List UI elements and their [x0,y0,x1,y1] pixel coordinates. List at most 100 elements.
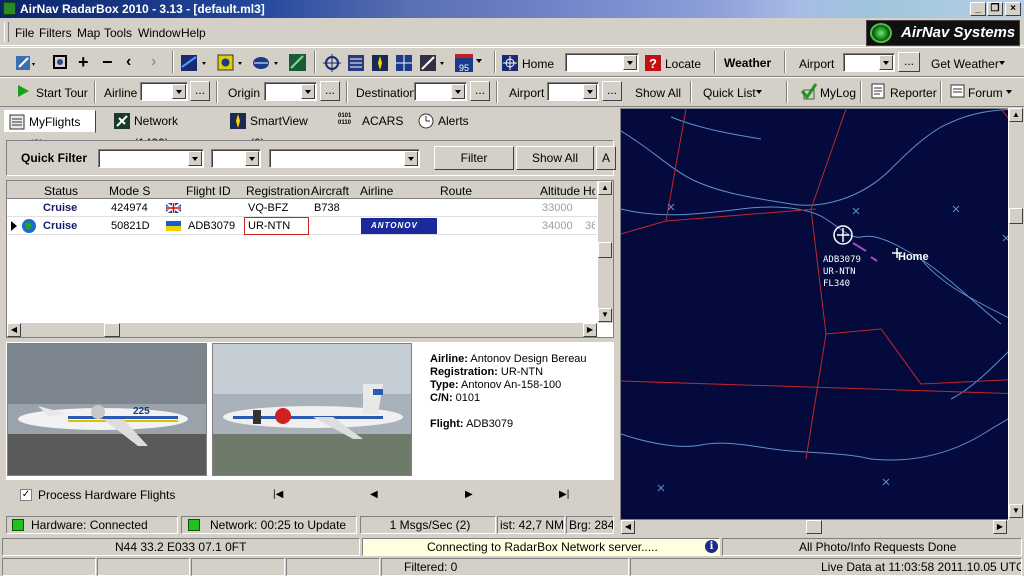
col-airline[interactable]: Airline [360,184,393,198]
aircraft-layer-icon[interactable] [252,53,282,73]
reporter-button[interactable]: Reporter [890,85,937,101]
airline-browse-button[interactable]: ... [190,81,210,101]
scroll-right-arrow[interactable]: ▶ [583,323,597,337]
col-registration[interactable]: Registration [246,184,310,198]
map-scroll-down-arrow[interactable]: ▼ [1009,504,1023,518]
destination-combo[interactable] [414,82,467,101]
menu-window[interactable]: Window [138,26,181,40]
map-vscroll-thumb[interactable] [1009,208,1023,224]
col-altitude[interactable]: Altitude [540,184,580,198]
map-scroll-up-arrow[interactable]: ▲ [1009,108,1023,122]
dropdown-arrow-icon[interactable] [999,60,1007,66]
map-hscroll-thumb[interactable] [806,520,822,534]
tab-network[interactable]: Network (1420) [110,110,216,150]
menu-filters[interactable]: Filters [39,26,72,40]
aircraft-map-label[interactable]: ADB3079 UR-NTN FL340 [823,254,861,290]
scroll-left-arrow[interactable]: ◀ [7,323,21,337]
grid-icon[interactable] [394,53,414,73]
dropdown-arrow-icon[interactable] [476,58,484,64]
info-icon[interactable]: i [705,540,718,553]
nav-prev-button[interactable]: ◀ [370,489,378,500]
airport-filter-combo[interactable] [547,82,599,101]
zoom-fit-icon[interactable] [51,53,69,71]
mylog-check-icon[interactable] [800,82,818,100]
quick-filter-field-combo[interactable] [98,149,204,168]
menu-tools[interactable]: Tools [104,26,132,40]
mylog-button[interactable]: MyLog [820,85,856,101]
back-arrow-icon[interactable]: ‹ [126,53,131,71]
map-layer-icon[interactable] [180,53,210,73]
dropdown-arrow-icon[interactable] [756,89,764,95]
aircraft-photo-1[interactable]: 225 [7,343,207,476]
airport-browse-button[interactable]: ... [602,81,622,101]
aircraft-photo-2[interactable] [212,343,412,476]
col-aircraft[interactable]: Aircraft [311,184,349,198]
col-route[interactable]: Route [440,184,472,198]
col-mode-s[interactable]: Mode S [109,184,150,198]
locate-button[interactable]: Locate [665,56,701,72]
tools-layer-icon[interactable] [418,53,448,73]
show-all-toolbar-button[interactable]: Show All [635,85,681,101]
zoom-in-icon[interactable]: + [78,52,89,73]
hscroll-thumb[interactable] [104,323,120,337]
origin-combo[interactable] [264,82,317,101]
calendar-icon[interactable]: 95 [455,54,473,73]
row-registration-selected[interactable]: UR-NTN [244,217,309,235]
weather-airport-combo[interactable] [843,53,895,72]
scroll-down-arrow[interactable]: ▼ [598,308,612,322]
restore-button[interactable]: ❐ [987,2,1003,16]
select-tool-icon[interactable] [14,53,36,73]
map-vertical-scrollbar[interactable] [1008,108,1024,520]
extra-filter-button[interactable]: A [596,146,616,170]
track-icon[interactable] [288,53,308,73]
scroll-thumb[interactable] [598,242,612,258]
nav-last-button[interactable]: ▶| [559,489,569,500]
airline-combo[interactable] [140,82,188,101]
quick-filter-operator-combo[interactable] [211,149,261,168]
col-heading[interactable]: Hc [583,184,595,198]
play-icon[interactable] [16,84,30,98]
show-all-button[interactable]: Show All [516,146,594,170]
star-compass-icon[interactable] [370,53,390,73]
home-button-label[interactable]: Home [522,56,554,72]
map-scroll-right-arrow[interactable]: ▶ [993,520,1007,534]
airport-layer-icon[interactable] [216,53,246,73]
menu-file[interactable]: File [15,26,34,40]
quick-list-button[interactable]: Quick List [703,85,756,101]
quick-filter-value-combo[interactable] [269,149,420,168]
get-weather-button[interactable]: Get Weather [931,56,999,72]
dropdown-arrow-icon[interactable] [1006,89,1014,95]
list-layer-icon[interactable] [346,53,366,73]
origin-browse-button[interactable]: ... [320,81,340,101]
process-hardware-checkbox[interactable]: ✓ [20,489,32,501]
grid-horizontal-scrollbar[interactable] [7,323,597,337]
close-button[interactable]: × [1005,2,1021,16]
menu-help[interactable]: Help [181,26,206,40]
tab-acars[interactable]: 0101 0110 ACARS [334,110,404,133]
forum-icon[interactable] [950,83,966,99]
reporter-icon[interactable] [870,83,886,99]
forum-button[interactable]: Forum [968,85,1003,101]
col-flight-id[interactable]: Flight ID [186,184,231,198]
locate-help-icon[interactable]: ? [644,54,662,72]
forward-arrow-icon[interactable]: › [151,53,156,71]
crosshair-icon[interactable] [322,53,342,73]
zoom-out-icon[interactable]: − [102,52,113,73]
radar-map[interactable]: ADB3079 UR-NTN FL340 Home [620,108,1024,520]
tab-smartview[interactable]: SmartView (0) [226,110,322,150]
weather-browse-button[interactable]: ... [898,52,920,72]
filter-button[interactable]: Filter [434,146,514,170]
nav-next-button[interactable]: ▶ [465,489,473,500]
locate-combo[interactable] [565,53,639,72]
destination-browse-button[interactable]: ... [470,81,490,101]
minimize-button[interactable]: _ [970,2,986,16]
scroll-up-arrow[interactable]: ▲ [598,181,612,195]
tab-alerts[interactable]: Alerts [414,110,478,133]
table-row[interactable] [7,199,597,217]
tab-myflights[interactable]: MyFlights (2) [4,110,96,151]
map-scroll-left-arrow[interactable]: ◀ [621,520,635,534]
nav-first-button[interactable]: |◀ [273,489,283,500]
home-icon[interactable] [501,54,519,72]
menu-map[interactable]: Map [77,26,100,40]
start-tour-button[interactable]: Start Tour [36,85,88,101]
